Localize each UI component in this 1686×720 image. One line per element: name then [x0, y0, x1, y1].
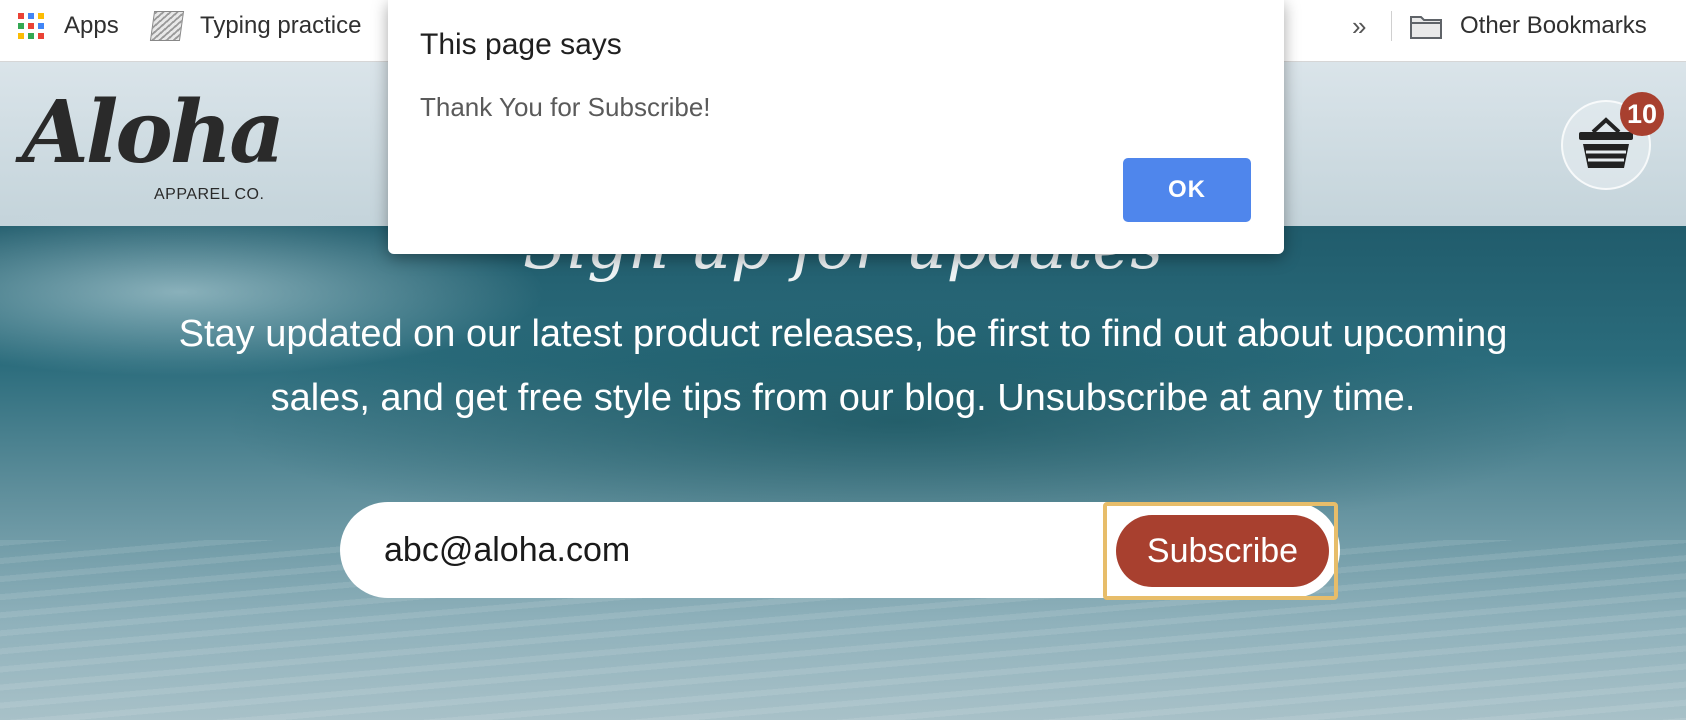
bookmark-apps[interactable]: Apps — [16, 0, 119, 52]
bookmark-other-bookmarks[interactable]: Other Bookmarks — [1410, 0, 1647, 52]
logo-wordmark: Aloha — [22, 82, 285, 183]
bookmarks-divider — [1391, 11, 1392, 41]
bookmark-typing-practice[interactable]: Typing practice — [149, 0, 362, 52]
signup-description: Stay updated on our latest product relea… — [178, 313, 1508, 419]
logo-subtext: APPAREL CO. — [154, 186, 265, 203]
email-input[interactable] — [384, 502, 1024, 598]
cart-count-badge: 10 — [1620, 92, 1664, 136]
double-chevron-icon: » — [1352, 10, 1367, 41]
ok-button[interactable]: OK — [1123, 158, 1251, 222]
keyboard-icon — [149, 11, 185, 41]
bookmark-other-label: Other Bookmarks — [1460, 12, 1647, 39]
dialog-message: Thank You for Subscribe! — [420, 92, 711, 122]
apps-grid-icon — [16, 11, 46, 41]
site-logo[interactable]: Aloha APPAREL CO. — [22, 82, 285, 218]
bookmark-apps-label: Apps — [64, 12, 119, 39]
dialog-title: This page says — [420, 28, 622, 61]
subscribe-button[interactable]: Subscribe — [1116, 515, 1329, 587]
alert-dialog: This page says Thank You for Subscribe! … — [388, 0, 1284, 254]
bookmarks-overflow-button[interactable]: » — [1352, 0, 1366, 52]
bookmark-typing-label: Typing practice — [200, 12, 362, 39]
folder-icon — [1410, 16, 1442, 39]
